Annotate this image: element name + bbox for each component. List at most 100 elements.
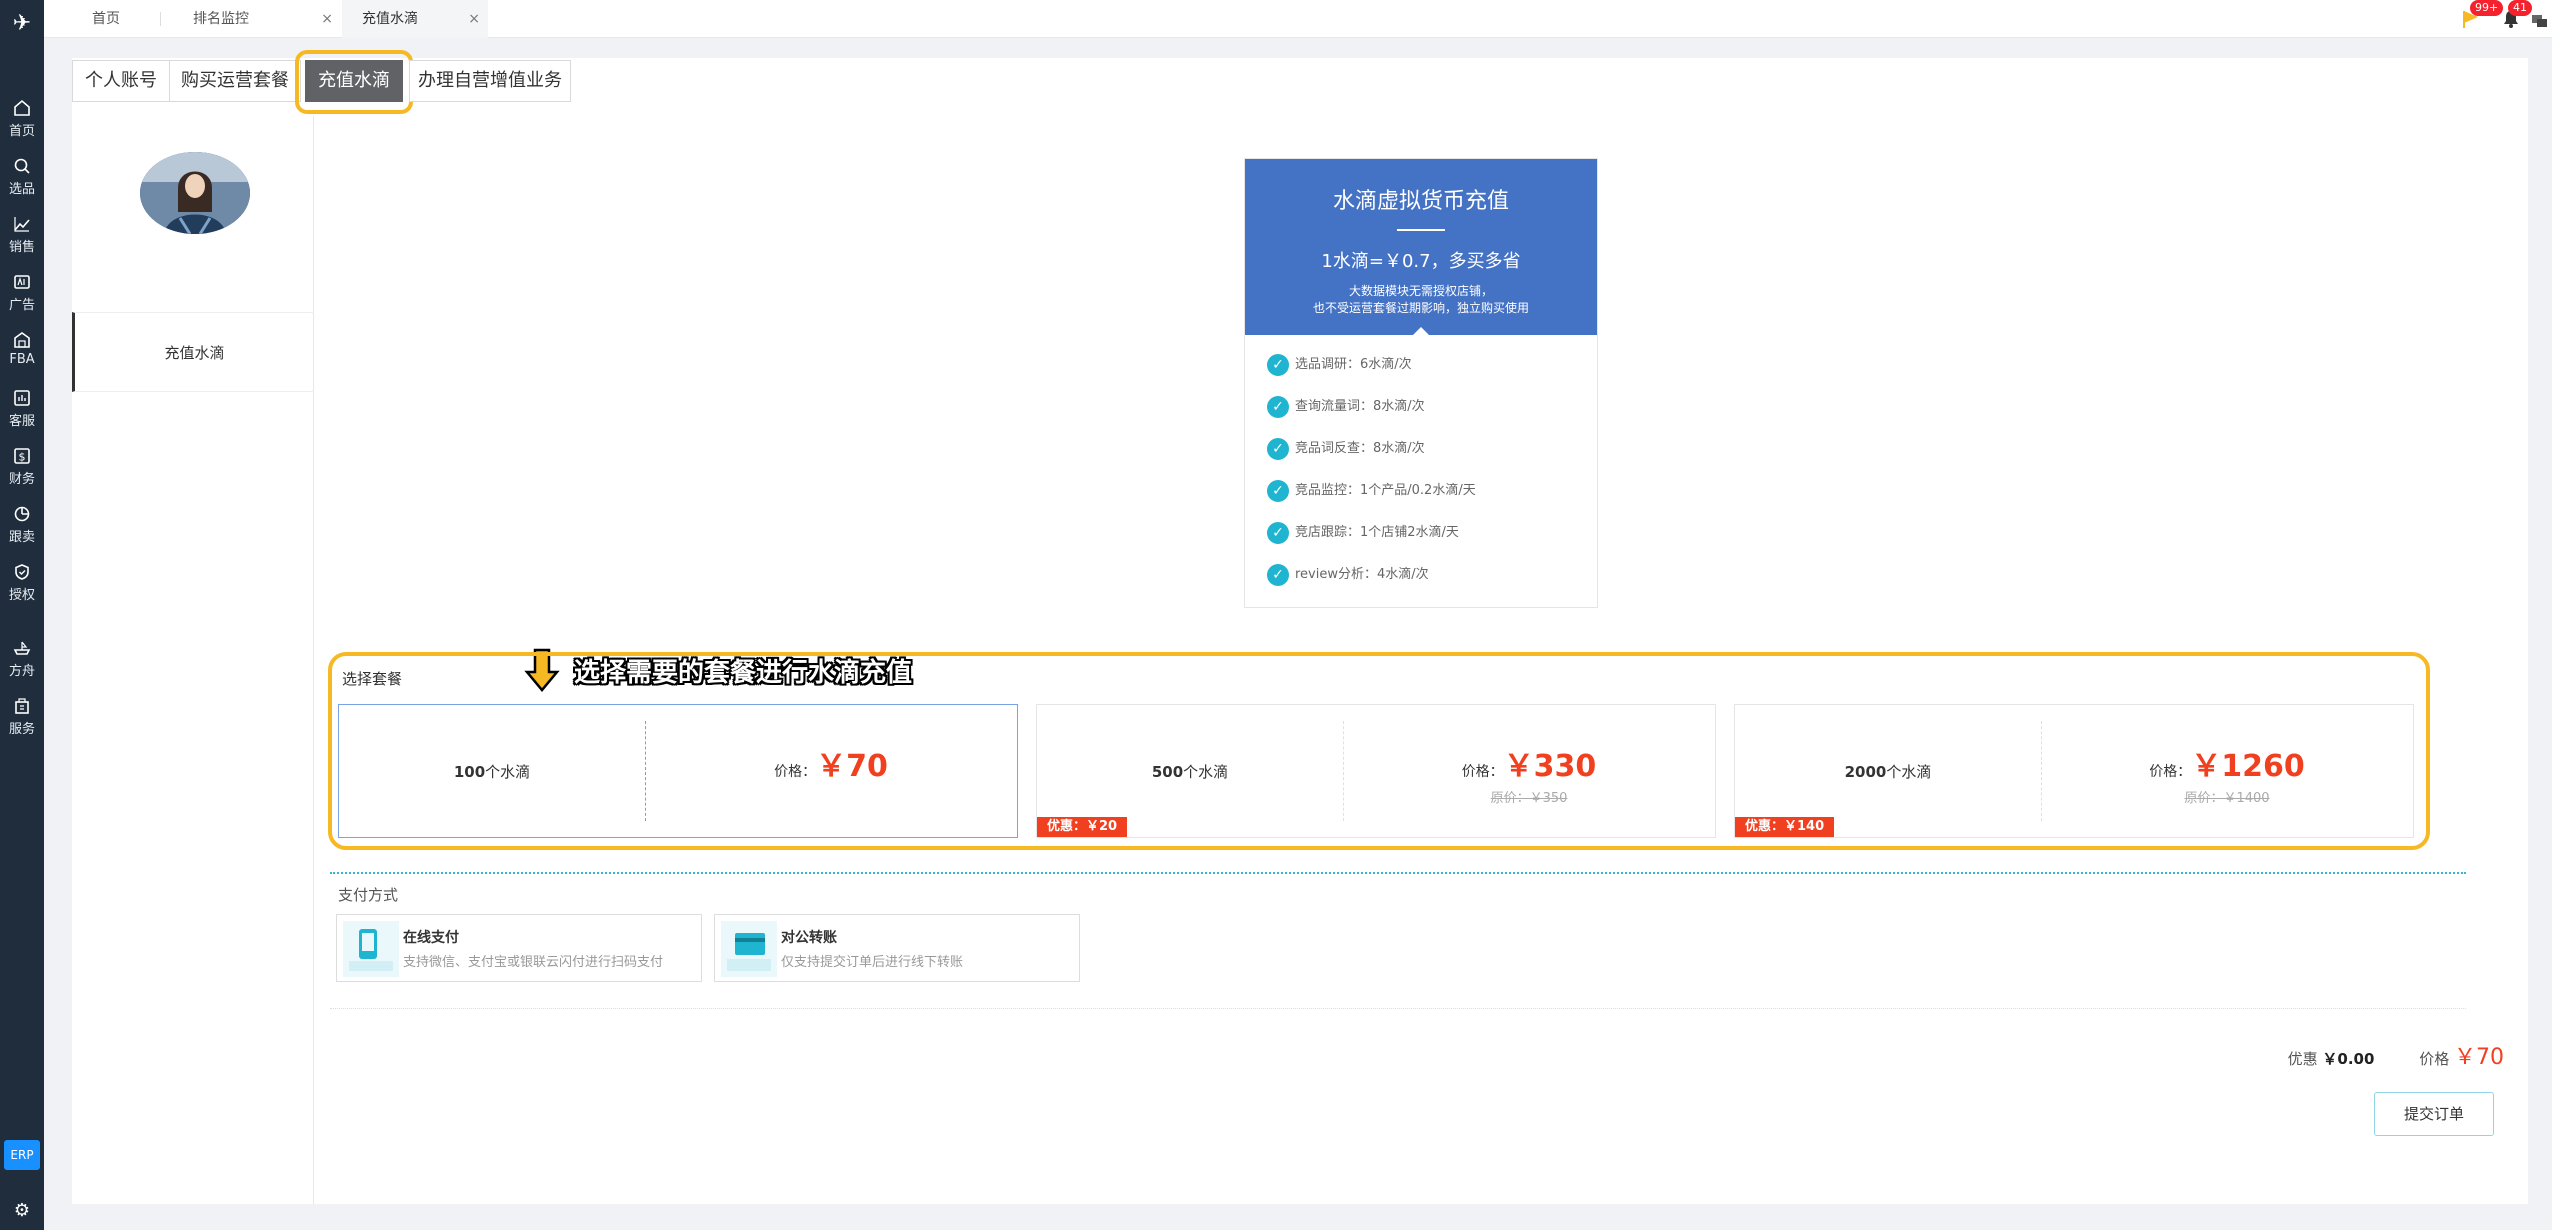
price-value: ￥330 bbox=[1503, 749, 1597, 784]
tab-label: 首页 bbox=[92, 11, 120, 27]
info-card-note: 大数据模块无需授权店铺， 也不受运营套餐过期影响，独立购买使用 bbox=[1245, 283, 1597, 317]
sidebar-item-ark[interactable]: 方舟 bbox=[0, 632, 44, 684]
feature-text: 竞品词反查：8水滴/次 bbox=[1295, 441, 1425, 456]
building-icon bbox=[15, 698, 29, 714]
price-label: 价格： bbox=[1461, 764, 1504, 780]
sidebar-item-service[interactable]: 客服 bbox=[0, 382, 44, 434]
price-label: 价格 bbox=[2419, 1050, 2450, 1068]
settings-icon[interactable]: ⚙ bbox=[10, 1200, 34, 1224]
feature-row: ✓ 竞品监控：1个产品/0.2水滴/天 bbox=[1267, 479, 1476, 503]
feature-text: 竞店跟踪：1个店铺2水滴/天 bbox=[1295, 525, 1459, 540]
feature-row: ✓ 竞品词反查：8水滴/次 bbox=[1267, 437, 1425, 461]
payment-transfer[interactable]: 对公转账 仅支持提交订单后进行线下转账 bbox=[714, 914, 1080, 982]
shield-icon bbox=[15, 564, 29, 580]
check-icon: ✓ bbox=[1267, 563, 1289, 586]
fba-icon bbox=[14, 332, 30, 348]
app-logo-icon[interactable]: ✈ bbox=[6, 8, 38, 40]
close-icon[interactable]: × bbox=[321, 0, 333, 38]
check-icon: ✓ bbox=[1267, 353, 1289, 376]
sidebar-item-label: 客服 bbox=[8, 414, 35, 429]
price-label: 价格： bbox=[2149, 764, 2192, 780]
check-icon: ✓ bbox=[1267, 479, 1289, 502]
sidebar-item-label: 跟卖 bbox=[8, 530, 35, 545]
divider bbox=[1397, 229, 1445, 231]
section-divider bbox=[330, 872, 2466, 874]
package-card-100[interactable]: 100个水滴 价格：￥70 bbox=[338, 704, 1018, 838]
feature-row: ✓ review分析：4水滴/次 bbox=[1267, 563, 1429, 587]
feature-text: 选品调研：6水滴/次 bbox=[1295, 357, 1412, 372]
close-icon[interactable]: × bbox=[468, 0, 480, 38]
feature-row: ✓ 竞店跟踪：1个店铺2水滴/天 bbox=[1267, 521, 1459, 545]
package-price: 价格：￥1260 原价：￥1400 bbox=[2041, 705, 2413, 839]
tab-recharge[interactable]: 充值水滴 × bbox=[342, 0, 488, 38]
original-price: 原价：￥1400 bbox=[2184, 791, 2270, 806]
user-menu-icon[interactable] bbox=[2530, 11, 2550, 29]
tab-value-added[interactable]: 办理自营增值业务 bbox=[409, 60, 571, 102]
package-card-500[interactable]: 500个水滴 价格：￥330 原价：￥350 优惠：￥20 bbox=[1036, 704, 1716, 838]
payment-online[interactable]: 在线支付 支持微信、支付宝或银联云闪付进行扫码支付 bbox=[336, 914, 702, 982]
package-label: 选择套餐 bbox=[342, 670, 403, 688]
price-value: ￥70 bbox=[816, 749, 888, 784]
tab-rank-monitor[interactable]: 排名监控 × bbox=[161, 0, 341, 38]
check-icon: ✓ bbox=[1267, 395, 1289, 418]
pie-icon bbox=[14, 506, 30, 522]
package-quantity: 100个水滴 bbox=[453, 763, 531, 781]
sidebar-item-selection[interactable]: 选品 bbox=[0, 150, 44, 202]
feature-text: review分析：4水滴/次 bbox=[1295, 567, 1429, 582]
sidebar-item-services[interactable]: 服务 bbox=[0, 690, 44, 742]
feature-row: ✓ 查询流量词：8水滴/次 bbox=[1267, 395, 1425, 419]
top-icons: 99+ 41 bbox=[2462, 0, 2552, 38]
highlight-frame bbox=[295, 50, 413, 114]
sidebar-item-ads[interactable]: 广告 bbox=[0, 266, 44, 318]
left-panel: 充值水滴 bbox=[72, 116, 314, 1204]
sidebar-item-auth[interactable]: 授权 bbox=[0, 556, 44, 608]
check-icon: ✓ bbox=[1267, 437, 1289, 460]
left-nav-recharge[interactable]: 充值水滴 bbox=[72, 312, 314, 392]
sidebar-item-fba[interactable]: FBA bbox=[0, 324, 44, 376]
sidebar-item-label: 授权 bbox=[8, 588, 35, 603]
sidebar-item-label: 财务 bbox=[8, 472, 35, 487]
tab-home[interactable]: 首页 bbox=[44, 0, 159, 38]
tab-label: 充值水滴 bbox=[362, 11, 418, 27]
payment-desc: 支持微信、支付宝或银联云闪付进行扫码支付 bbox=[403, 955, 664, 970]
sidebar-item-label: 广告 bbox=[8, 298, 35, 313]
erp-button[interactable]: ERP bbox=[4, 1140, 40, 1170]
section-divider bbox=[330, 1008, 2466, 1009]
home-icon bbox=[14, 99, 30, 116]
bell-badge: 41 bbox=[2508, 0, 2532, 16]
note-line: 大数据模块无需授权店铺， bbox=[1348, 284, 1493, 298]
info-card-title: 水滴虚拟货币充值 bbox=[1332, 189, 1509, 214]
ad-icon bbox=[14, 275, 30, 289]
tab-personal-account[interactable]: 个人账号 bbox=[72, 60, 170, 102]
payment-label: 支付方式 bbox=[338, 886, 399, 904]
sidebar-item-label: FBA bbox=[9, 352, 35, 367]
discount-label: 优惠 bbox=[2287, 1050, 2318, 1068]
search-icon bbox=[14, 158, 30, 174]
phone-icon bbox=[343, 921, 399, 977]
submit-order-button[interactable]: 提交订单 bbox=[2374, 1092, 2494, 1136]
check-icon: ✓ bbox=[1267, 521, 1289, 544]
order-summary: 优惠 ￥0.00 价格 ￥70 bbox=[2288, 1043, 2504, 1073]
sidebar-item-sales[interactable]: 销售 bbox=[0, 208, 44, 260]
ark-icon bbox=[13, 641, 31, 655]
package-card-2000[interactable]: 2000个水滴 价格：￥1260 原价：￥1400 优惠：￥140 bbox=[1734, 704, 2414, 838]
feature-text: 查询流量词：8水滴/次 bbox=[1295, 399, 1425, 414]
feature-text: 竞品监控：1个产品/0.2水滴/天 bbox=[1295, 483, 1476, 498]
feature-row: ✓ 选品调研：6水滴/次 bbox=[1267, 353, 1412, 377]
sidebar-item-home[interactable]: 首页 bbox=[0, 92, 44, 144]
package-price: 价格：￥70 bbox=[645, 705, 1017, 839]
discount-badge: 优惠：￥20 bbox=[1037, 817, 1128, 837]
card-icon bbox=[721, 921, 777, 977]
discount-badge: 优惠：￥140 bbox=[1735, 817, 1835, 837]
avatar bbox=[140, 152, 250, 234]
info-card-header: 水滴虚拟货币充值 1水滴=￥0.7，多买多省 大数据模块无需授权店铺， 也不受运… bbox=[1245, 159, 1597, 335]
pointer-triangle bbox=[1413, 327, 1429, 335]
sidebar-item-finance[interactable]: $ 财务 bbox=[0, 440, 44, 492]
exchange-rate: 1水滴=￥0.7，多买多省 bbox=[1321, 251, 1521, 272]
sidebar: ✈ 首页 选品 销售 广告 FBA 客服 $ 财务 跟卖 授权 方舟 服务 ER… bbox=[0, 0, 44, 1230]
payment-desc: 仅支持提交订单后进行线下转账 bbox=[781, 955, 964, 970]
svg-text:$: $ bbox=[19, 451, 26, 464]
sidebar-item-label: 方舟 bbox=[8, 664, 35, 679]
sidebar-item-follow[interactable]: 跟卖 bbox=[0, 498, 44, 550]
tab-buy-package[interactable]: 购买运营套餐 bbox=[169, 60, 301, 102]
